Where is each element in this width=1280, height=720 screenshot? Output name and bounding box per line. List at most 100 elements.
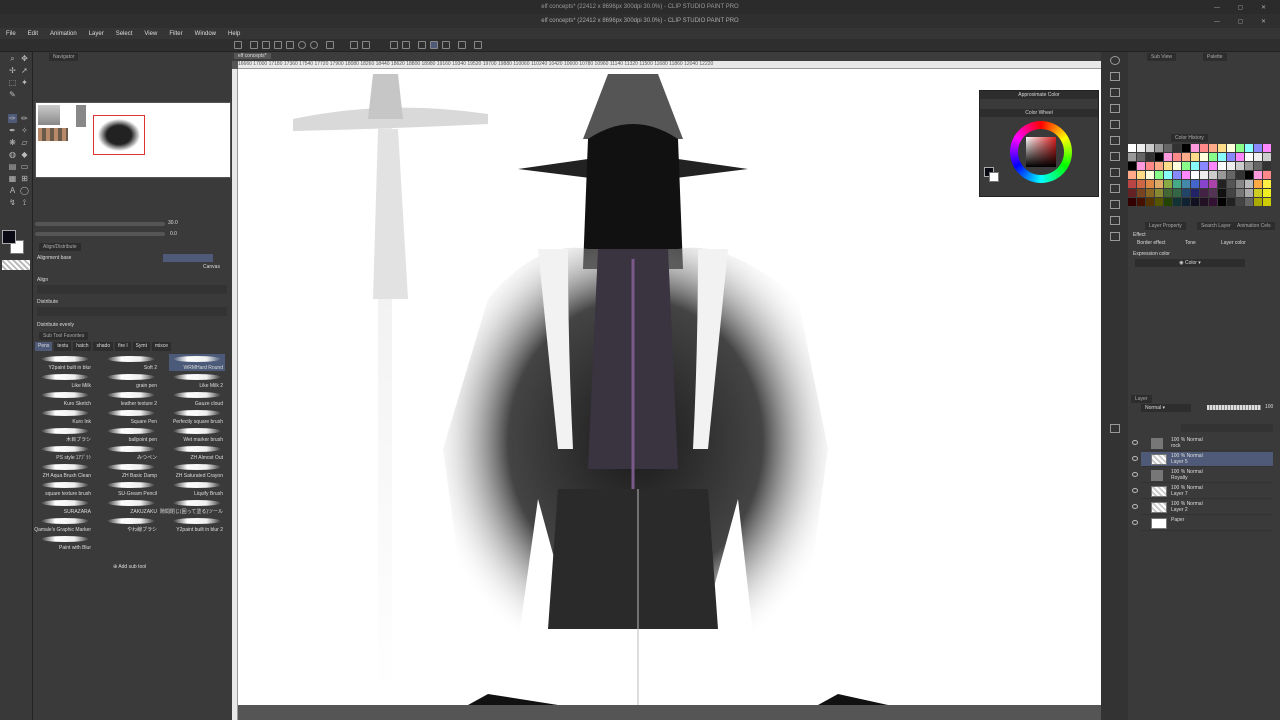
color-chip[interactable] (1218, 189, 1226, 197)
color-chip[interactable] (1191, 171, 1199, 179)
color-chip[interactable] (1263, 189, 1271, 197)
color-chip[interactable] (1128, 180, 1136, 188)
brush-item[interactable]: Wet marker brush (169, 426, 225, 443)
ruler-icon[interactable]: ⊞ (20, 174, 29, 183)
navigator-icon[interactable] (1110, 56, 1120, 65)
color-chip[interactable] (1200, 162, 1208, 170)
color-chip[interactable] (1182, 189, 1190, 197)
loading-icon[interactable] (326, 41, 334, 49)
zoom-slider[interactable] (35, 222, 165, 226)
save-icon[interactable] (262, 41, 270, 49)
menu-view[interactable]: View (144, 31, 157, 37)
color-chip[interactable] (1128, 144, 1136, 152)
border-effect-button[interactable]: Border effect (1137, 240, 1166, 246)
align-distribute-tab[interactable]: Align/Distribute (39, 243, 81, 251)
layer-color-button[interactable]: Layer color (1221, 240, 1246, 246)
color-chip[interactable] (1245, 162, 1253, 170)
transparent-color-swatch[interactable] (2, 260, 30, 270)
menu-help[interactable]: Help (228, 31, 240, 37)
brush-item[interactable]: grain pen (103, 372, 159, 389)
brush-item[interactable]: Gauze cloud (169, 390, 225, 407)
layer-property-tab[interactable]: Layer Property (1145, 222, 1186, 230)
brush-item[interactable]: Kuro Sketch (37, 390, 93, 407)
color-chip[interactable] (1218, 198, 1226, 206)
brush-item[interactable]: SU-Gream Pencil (103, 480, 159, 497)
brush-item[interactable]: ZH Saturated Crayon (169, 462, 225, 479)
special-ruler-snap-icon[interactable] (430, 41, 438, 49)
color-chip[interactable] (1155, 180, 1163, 188)
color-wheel-tab[interactable]: Color Wheel (980, 109, 1098, 117)
add-subtool-button[interactable]: ⊕ Add sub tool (113, 564, 146, 570)
color-chip[interactable] (1146, 162, 1154, 170)
airbrush-icon[interactable]: ✧ (20, 126, 29, 135)
color-icon[interactable] (1110, 104, 1120, 113)
eye-icon[interactable] (1132, 520, 1138, 525)
brush-item[interactable]: ZH Almost Out (169, 444, 225, 461)
pen-icon[interactable]: ✑ (8, 114, 17, 123)
document-tab[interactable]: elf concepts* (234, 53, 271, 59)
color-chip[interactable] (1164, 144, 1172, 152)
brush-size-icon[interactable] (1110, 232, 1120, 241)
color-chip[interactable] (1236, 189, 1244, 197)
color-chip[interactable] (1191, 180, 1199, 188)
color-chip[interactable] (1254, 171, 1262, 179)
color-chip[interactable] (1218, 162, 1226, 170)
blend-mode-select[interactable]: Normal ▾ (1141, 404, 1191, 412)
fill-icon[interactable]: ◆ (20, 150, 29, 159)
color-chip[interactable] (1227, 198, 1235, 206)
color-chip[interactable] (1209, 144, 1217, 152)
sub-view-tab[interactable]: Sub View (1147, 53, 1177, 61)
brush-item[interactable]: SURAZARA (37, 498, 93, 515)
subtool-tab-symmetry[interactable]: Symt (132, 342, 150, 351)
color-chip[interactable] (1155, 171, 1163, 179)
color-chip[interactable] (1245, 189, 1253, 197)
open-file-icon[interactable] (250, 41, 258, 49)
layer-command-bar[interactable] (1181, 424, 1273, 432)
color-chip[interactable] (1155, 198, 1163, 206)
color-chip[interactable] (1146, 189, 1154, 197)
grid-snap-icon[interactable] (442, 41, 450, 49)
color-chip[interactable] (1200, 171, 1208, 179)
subtool-tab-fire[interactable]: fire l (115, 342, 131, 351)
balloon-icon[interactable]: ◯ (20, 186, 29, 195)
brush-item[interactable]: ballpoint pen (103, 426, 159, 443)
color-chip[interactable] (1227, 171, 1235, 179)
settings-icon[interactable] (474, 41, 482, 49)
ruler-snap-icon[interactable] (418, 41, 426, 49)
brush-item[interactable]: Like Milk 2 (169, 372, 225, 389)
zoom-icon[interactable]: ⌕ (8, 54, 17, 63)
color-chip[interactable] (1236, 171, 1244, 179)
export-icon[interactable] (274, 41, 282, 49)
color-chip[interactable] (1173, 153, 1181, 161)
color-chip[interactable] (1254, 180, 1262, 188)
subtool-tab-shadow[interactable]: shado (93, 342, 114, 351)
eye-icon[interactable] (1132, 440, 1138, 445)
eye-icon[interactable] (1132, 488, 1138, 493)
object-icon[interactable]: ➚ (20, 66, 29, 75)
color-chip[interactable] (1155, 162, 1163, 170)
brush-item[interactable]: やわ線ブラシ (103, 516, 159, 533)
decoration-icon[interactable]: ❋ (8, 138, 17, 147)
menu-select[interactable]: Select (116, 31, 133, 37)
color-chip[interactable] (1191, 198, 1199, 206)
color-chip[interactable] (1218, 180, 1226, 188)
animation-cels-tab[interactable]: Animation Cels (1233, 222, 1275, 230)
selection-off-icon[interactable] (390, 41, 398, 49)
color-chip[interactable] (1263, 171, 1271, 179)
brush-item[interactable]: Square Pen (103, 408, 159, 425)
color-set-grid[interactable] (1128, 144, 1274, 206)
color-chip[interactable] (1218, 144, 1226, 152)
menu-window[interactable]: Window (195, 31, 216, 37)
navigator-view-frame[interactable] (93, 115, 145, 155)
tool-property-icon[interactable] (1110, 216, 1120, 225)
color-chip[interactable] (1191, 153, 1199, 161)
color-chip[interactable] (1245, 180, 1253, 188)
menu-edit[interactable]: Edit (28, 31, 38, 37)
clear-icon[interactable] (350, 41, 358, 49)
color-chip[interactable] (1164, 153, 1172, 161)
brush-item[interactable]: WRMHard Round (169, 354, 225, 371)
eye-icon[interactable] (1132, 456, 1138, 461)
main-color-swatch[interactable] (2, 230, 16, 244)
brush-item[interactable]: 木目ブラシ (37, 426, 93, 443)
brush-item[interactable]: Perfectly square brush (169, 408, 225, 425)
